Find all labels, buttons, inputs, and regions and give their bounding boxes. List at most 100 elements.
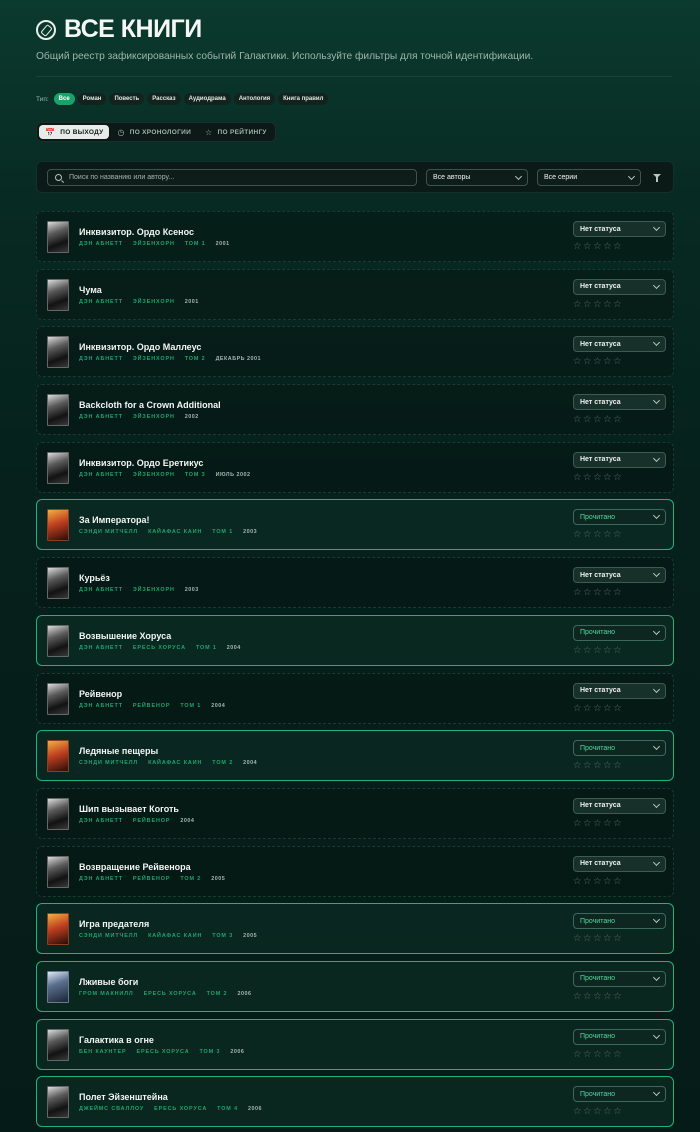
rating-star-icon[interactable]: ☆ xyxy=(613,703,622,714)
book-card[interactable]: За Императора! Сэнди Митчелл Кайафас Каин Т… xyxy=(36,499,674,551)
rating-star-icon[interactable]: ☆ xyxy=(573,876,582,887)
rating-star-icon[interactable]: ☆ xyxy=(573,703,582,714)
rating-star-icon[interactable]: ☆ xyxy=(583,357,592,367)
authors-select[interactable]: Все авторы xyxy=(426,169,528,186)
book-title[interactable]: Лживые боги xyxy=(79,977,138,987)
rating-star-icon[interactable]: ☆ xyxy=(593,645,602,656)
rating-star-icon[interactable]: ☆ xyxy=(593,415,602,425)
search-input[interactable] xyxy=(69,174,399,181)
book-cover[interactable] xyxy=(47,740,69,773)
filter-icon[interactable] xyxy=(653,173,663,183)
book-card[interactable]: Полет Эйзенштейна Джеймс Сваллоу Ересь Хор… xyxy=(36,1076,674,1128)
rating-star-icon[interactable]: ☆ xyxy=(613,415,622,425)
rating-star-icon[interactable]: ☆ xyxy=(613,876,622,887)
rating-star-icon[interactable]: ☆ xyxy=(603,415,612,425)
rating-star-icon[interactable]: ☆ xyxy=(593,242,602,252)
status-select[interactable]: Нет статуса xyxy=(573,221,666,237)
rating-star-icon[interactable]: ☆ xyxy=(583,876,592,887)
rating-star-icon[interactable]: ☆ xyxy=(593,876,602,887)
rating-star-icon[interactable]: ☆ xyxy=(603,645,612,656)
book-title[interactable]: Backcloth for a Crown Additional xyxy=(79,400,221,410)
type-chip-novella[interactable]: Повесть xyxy=(109,93,145,105)
rating-star-icon[interactable]: ☆ xyxy=(613,818,622,829)
rating-star-icon[interactable]: ☆ xyxy=(573,357,582,367)
book-title[interactable]: Ледяные пещеры xyxy=(79,746,158,756)
rating-star-icon[interactable]: ☆ xyxy=(613,934,622,944)
rating-star-icon[interactable]: ☆ xyxy=(583,242,592,252)
book-title[interactable]: Игра предателя xyxy=(79,919,149,929)
status-select[interactable]: Прочитано xyxy=(573,1028,666,1045)
book-card[interactable]: Шип вызывает Коготь Дэн Абнетт Рейвенор 200… xyxy=(36,787,674,839)
rating-star-icon[interactable]: ☆ xyxy=(583,299,592,310)
book-card[interactable]: Галактика в огне Бен Каунтер Ересь Хоруса Т… xyxy=(36,1018,674,1070)
book-title[interactable]: Шип вызывает Коготь xyxy=(79,804,179,814)
rating-star-icon[interactable]: ☆ xyxy=(613,645,622,656)
rating-star-icon[interactable]: ☆ xyxy=(573,299,582,310)
book-card[interactable]: Игра предателя Сэнди Митчелл Кайафас Каин Т… xyxy=(36,903,674,955)
book-cover[interactable] xyxy=(47,394,69,427)
rating-star-icon[interactable]: ☆ xyxy=(583,530,592,540)
book-card[interactable]: Чума Дэн Абнетт Эйзенхорн 2001 Нет статуса ☆ ☆… xyxy=(36,268,674,320)
type-chip-anthology[interactable]: Антология xyxy=(233,93,276,105)
rating-star-icon[interactable]: ☆ xyxy=(603,1049,612,1060)
rating-star-icon[interactable]: ☆ xyxy=(573,530,582,540)
rating-star-icon[interactable]: ☆ xyxy=(613,472,622,483)
book-title[interactable]: Полет Эйзенштейна xyxy=(79,1092,168,1102)
book-cover[interactable] xyxy=(47,970,69,1003)
book-card[interactable]: Лживые боги Гром Макнилл Ересь Хоруса Том 2… xyxy=(36,960,674,1012)
rating-star-icon[interactable]: ☆ xyxy=(583,1049,592,1060)
book-cover[interactable] xyxy=(47,797,69,830)
rating-star-icon[interactable]: ☆ xyxy=(613,761,622,771)
book-card[interactable]: Курьёз Дэн Абнетт Эйзенхорн 2003 Нет статуса… xyxy=(36,557,674,609)
book-cover[interactable] xyxy=(47,221,69,253)
rating-star-icon[interactable]: ☆ xyxy=(573,991,582,1002)
rating-star-icon[interactable]: ☆ xyxy=(603,818,612,829)
status-select[interactable]: Нет статуса xyxy=(573,567,666,584)
book-cover[interactable] xyxy=(47,278,69,311)
rating-star-icon[interactable]: ☆ xyxy=(573,588,582,598)
book-title[interactable]: Возвращение Рейвенора xyxy=(79,862,191,872)
rating-star-icon[interactable]: ☆ xyxy=(603,876,612,887)
rating-star-icon[interactable]: ☆ xyxy=(583,991,592,1002)
rating-star-icon[interactable]: ☆ xyxy=(613,1049,622,1060)
rating-star-icon[interactable]: ☆ xyxy=(613,530,622,540)
rating-star-icon[interactable]: ☆ xyxy=(613,588,622,598)
rating-star-icon[interactable]: ☆ xyxy=(593,472,602,483)
rating-star-icon[interactable]: ☆ xyxy=(593,703,602,714)
rating-star-icon[interactable]: ☆ xyxy=(573,761,582,771)
rating-star-icon[interactable]: ☆ xyxy=(573,818,582,829)
rating-star-icon[interactable]: ☆ xyxy=(593,357,602,367)
rating-star-icon[interactable]: ☆ xyxy=(573,1049,582,1060)
book-cover[interactable] xyxy=(47,624,69,657)
rating-star-icon[interactable]: ☆ xyxy=(593,588,602,598)
rating-star-icon[interactable]: ☆ xyxy=(573,934,582,944)
rating-star-icon[interactable]: ☆ xyxy=(573,242,582,252)
book-cover[interactable] xyxy=(47,336,69,369)
status-select[interactable]: Нет статуса xyxy=(573,278,666,295)
rating-star-icon[interactable]: ☆ xyxy=(583,934,592,944)
rating-star-icon[interactable]: ☆ xyxy=(573,645,582,656)
type-chip-novel[interactable]: Роман xyxy=(77,93,107,105)
status-select[interactable]: Нет статуса xyxy=(573,797,666,814)
book-card[interactable]: Инквизитор. Ордо Маллеус Дэн Абнетт Эйзенх… xyxy=(36,326,674,378)
rating-star-icon[interactable]: ☆ xyxy=(603,1107,612,1117)
rating-star-icon[interactable]: ☆ xyxy=(613,1107,622,1117)
book-cover[interactable] xyxy=(47,855,69,888)
book-cover[interactable] xyxy=(47,1028,69,1061)
book-title[interactable]: Инквизитор. Ордо Маллеус xyxy=(79,342,201,352)
rating-star-icon[interactable]: ☆ xyxy=(603,588,612,598)
rating-star-icon[interactable]: ☆ xyxy=(583,761,592,771)
rating-star-icon[interactable]: ☆ xyxy=(573,472,582,483)
status-select[interactable]: Нет статуса xyxy=(573,336,666,353)
rating-star-icon[interactable]: ☆ xyxy=(573,1107,582,1117)
status-select[interactable]: Нет статуса xyxy=(573,394,666,411)
rating-star-icon[interactable]: ☆ xyxy=(603,934,612,944)
book-cover[interactable] xyxy=(47,451,69,484)
type-chip-all[interactable]: Все xyxy=(53,93,75,105)
book-card[interactable]: Инквизитор. Ордо Ксенос Дэн Абнетт Эйзенхо… xyxy=(36,211,674,262)
book-title[interactable]: Инквизитор. Ордо Еретикус xyxy=(79,458,203,468)
rating-star-icon[interactable]: ☆ xyxy=(583,472,592,483)
book-cover[interactable] xyxy=(47,567,69,600)
rating-star-icon[interactable]: ☆ xyxy=(593,991,602,1002)
rating-star-icon[interactable]: ☆ xyxy=(603,299,612,310)
